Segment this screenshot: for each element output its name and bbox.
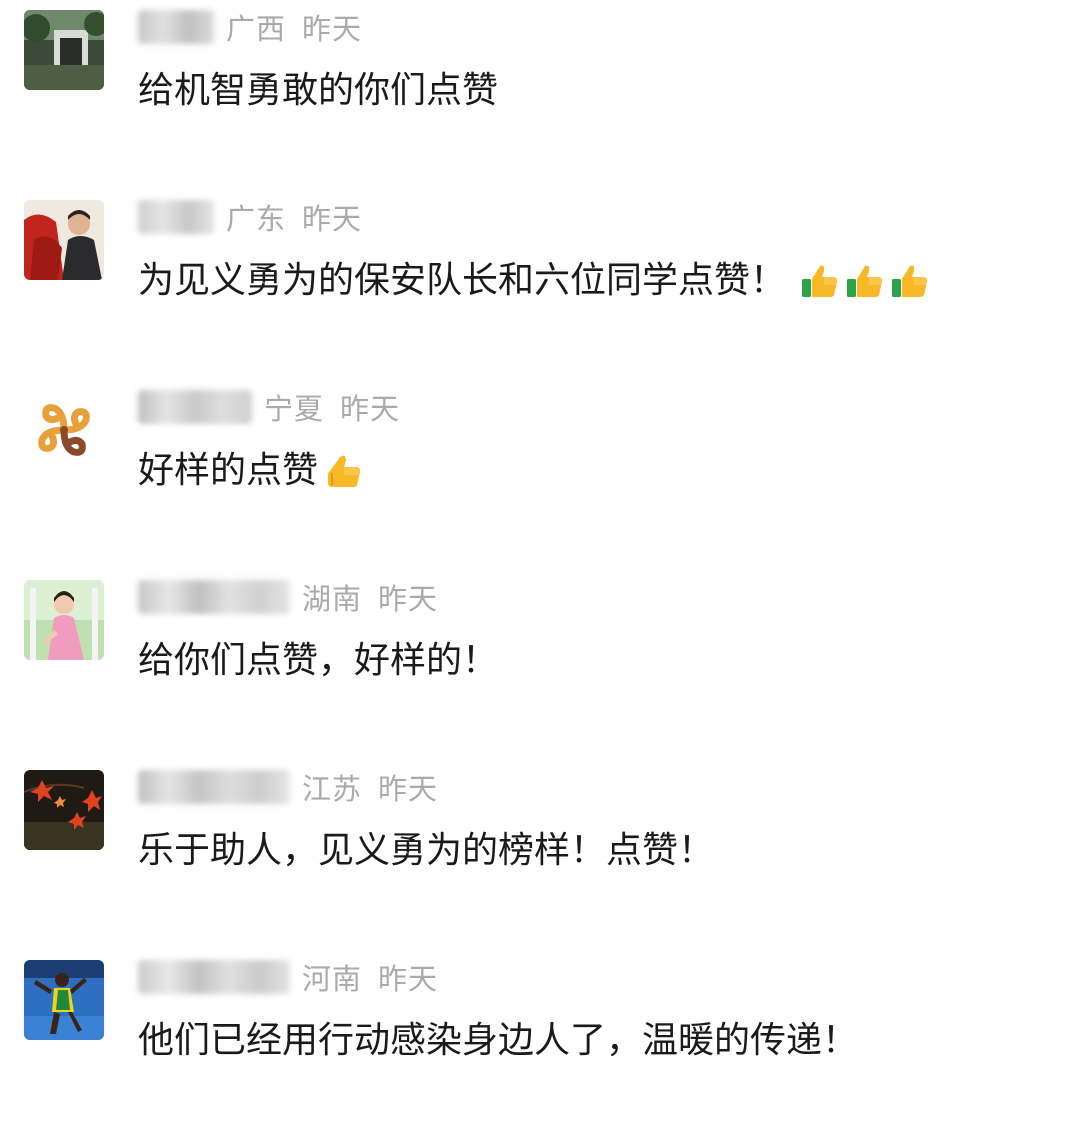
comment-meta: 宁夏 昨天 xyxy=(138,385,400,429)
maple-leaves-avatar xyxy=(24,770,104,850)
comment-item: 宁夏 昨天 好样的点赞 xyxy=(0,380,1080,570)
comment-meta: 河南 昨天 xyxy=(138,955,438,999)
emoji-group xyxy=(324,451,369,491)
user-avatar[interactable] xyxy=(24,580,104,660)
user-avatar[interactable] xyxy=(24,390,104,470)
comment-body: 给机智勇敢的你们点赞 xyxy=(138,70,499,111)
username-blurred[interactable] xyxy=(138,10,214,44)
comment-text: 为见义勇为的保安队长和六位同学点赞！ xyxy=(138,256,935,306)
username-blurred[interactable] xyxy=(138,580,290,614)
comment-text: 乐于助人，见义勇为的榜样！点赞！ xyxy=(138,826,714,876)
region-label: 湖南 xyxy=(302,582,363,616)
comment-body: 他们已经用行动感染身边人了，温暖的传递！ xyxy=(138,1020,859,1061)
timestamp: 昨天 xyxy=(302,202,363,236)
user-avatar[interactable] xyxy=(24,960,104,1040)
timestamp: 昨天 xyxy=(302,12,363,46)
emoji-group xyxy=(800,261,935,301)
photo-couple-avatar xyxy=(24,200,104,280)
photo-girl-avatar xyxy=(24,580,104,660)
username-blurred[interactable] xyxy=(138,200,214,234)
comment-meta: 广西 昨天 xyxy=(138,5,362,49)
timestamp: 昨天 xyxy=(378,962,439,996)
comment-body: 乐于助人，见义勇为的榜样！点赞！ xyxy=(138,830,715,871)
region-label: 江苏 xyxy=(302,772,363,806)
thumbs-up-icon xyxy=(324,451,364,491)
comment-meta: 广东 昨天 xyxy=(138,195,362,239)
username-blurred[interactable] xyxy=(138,960,290,994)
username-blurred[interactable] xyxy=(138,770,290,804)
comment-item: 广东 昨天 为见义勇为的保安队长和六位同学点赞！ xyxy=(0,190,1080,380)
comment-item: 江苏 昨天 乐于助人，见义勇为的榜样！点赞！ xyxy=(0,760,1080,950)
comment-item: 广西 昨天 给机智勇敢的你们点赞 xyxy=(0,0,1080,190)
comment-body: 给你们点赞，好样的！ xyxy=(138,640,499,681)
comment-meta: 湖南 昨天 xyxy=(138,575,438,619)
comment-text: 他们已经用行动感染身边人了，温暖的传递！ xyxy=(138,1016,858,1066)
user-avatar[interactable] xyxy=(24,10,104,90)
photo-gate-avatar xyxy=(24,10,104,90)
comment-text: 给你们点赞，好样的！ xyxy=(138,636,498,686)
region-label: 宁夏 xyxy=(264,392,325,426)
thumbs-up-icon xyxy=(890,261,930,301)
thumbs-up-icon xyxy=(845,261,885,301)
thumbs-up-icon xyxy=(800,261,840,301)
comment-text: 好样的点赞 xyxy=(138,446,369,496)
user-avatar[interactable] xyxy=(24,200,104,280)
timestamp: 昨天 xyxy=(378,772,439,806)
region-label: 广东 xyxy=(226,202,287,236)
username-blurred[interactable] xyxy=(138,390,252,424)
comment-meta: 江苏 昨天 xyxy=(138,765,438,809)
comment-body: 好样的点赞 xyxy=(138,450,319,491)
photo-athlete-avatar xyxy=(24,960,104,1040)
comment-item: 湖南 昨天 给你们点赞，好样的！ xyxy=(0,570,1080,760)
region-label: 广西 xyxy=(226,12,287,46)
timestamp: 昨天 xyxy=(378,582,439,616)
comment-body: 为见义勇为的保安队长和六位同学点赞！ xyxy=(138,260,787,301)
timestamp: 昨天 xyxy=(340,392,401,426)
region-label: 河南 xyxy=(302,962,363,996)
user-avatar[interactable] xyxy=(24,770,104,850)
comment-item: 河南 昨天 他们已经用行动感染身边人了，温暖的传递！ xyxy=(0,950,1080,1140)
comment-text: 给机智勇敢的你们点赞 xyxy=(138,66,498,116)
swirl-logo-avatar xyxy=(24,390,104,470)
